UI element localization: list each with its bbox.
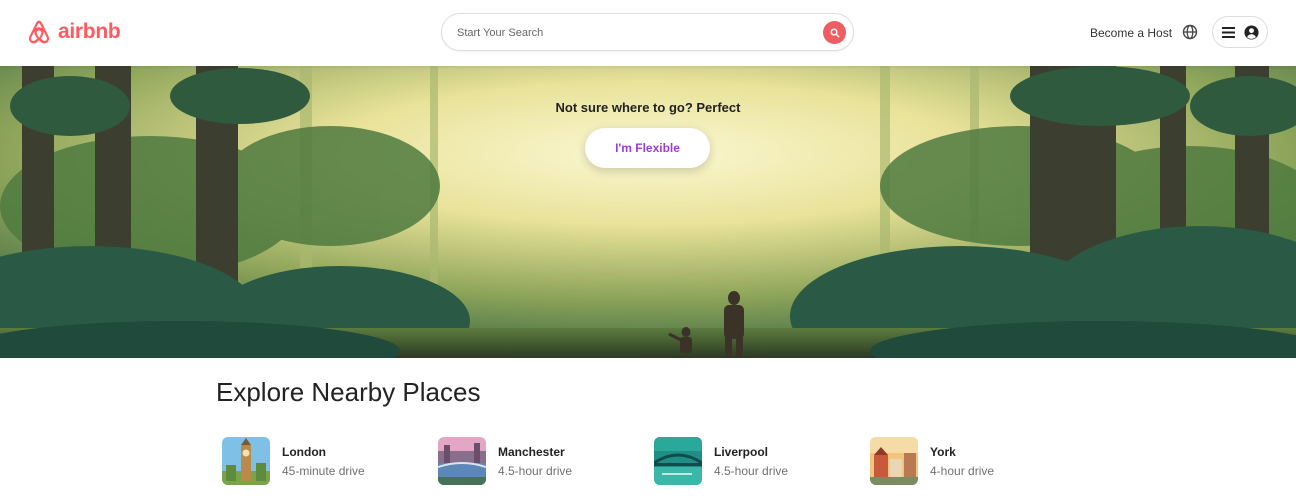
flexible-button[interactable]: I'm Flexible <box>585 128 710 168</box>
nearby-places-list: London 45-minute drive Manchester 4.5-ho… <box>222 436 1082 486</box>
place-text: Liverpool 4.5-hour drive <box>714 445 788 478</box>
place-text: York 4-hour drive <box>930 445 994 478</box>
user-circle-icon <box>1243 24 1259 40</box>
manchester-thumbnail <box>438 437 486 485</box>
place-card-manchester[interactable]: Manchester 4.5-hour drive <box>438 436 648 486</box>
place-drive: 4-hour drive <box>930 463 995 478</box>
liverpool-thumbnail <box>654 437 702 485</box>
user-menu-button[interactable] <box>1212 16 1268 48</box>
place-card-york[interactable]: York 4-hour drive <box>870 436 1080 486</box>
hero-banner: Not sure where to go? Perfect I'm Flexib… <box>0 66 1296 358</box>
top-nav: airbnb Become a Host <box>0 0 1296 66</box>
brand-name: airbnb <box>58 20 121 43</box>
search-button[interactable] <box>823 21 846 44</box>
place-drive: 4.5-hour drive <box>498 463 573 478</box>
place-name: York <box>930 444 956 459</box>
york-thumbnail <box>870 437 918 485</box>
search-input[interactable] <box>457 23 817 43</box>
place-text: Manchester 4.5-hour drive <box>498 445 572 478</box>
hero-tagline: Not sure where to go? Perfect <box>555 100 741 115</box>
airbnb-logo-icon <box>28 20 50 44</box>
globe-icon[interactable] <box>1182 24 1198 40</box>
place-card-london[interactable]: London 45-minute drive <box>222 436 432 486</box>
place-name: London <box>282 444 326 459</box>
place-card-liverpool[interactable]: Liverpool 4.5-hour drive <box>654 436 864 486</box>
place-drive: 4.5-hour drive <box>714 463 789 478</box>
explore-title: Explore Nearby Places <box>216 377 481 407</box>
search-bar <box>441 13 854 51</box>
place-name: Liverpool <box>714 444 769 459</box>
london-thumbnail <box>222 437 270 485</box>
search-icon <box>830 28 839 37</box>
hamburger-icon <box>1221 26 1235 38</box>
place-text: London 45-minute drive <box>282 445 365 478</box>
place-name: Manchester <box>498 444 565 459</box>
become-host-link[interactable]: Become a Host <box>1090 26 1172 40</box>
place-drive: 45-minute drive <box>282 463 365 478</box>
airbnb-logo[interactable]: airbnb <box>26 17 121 47</box>
